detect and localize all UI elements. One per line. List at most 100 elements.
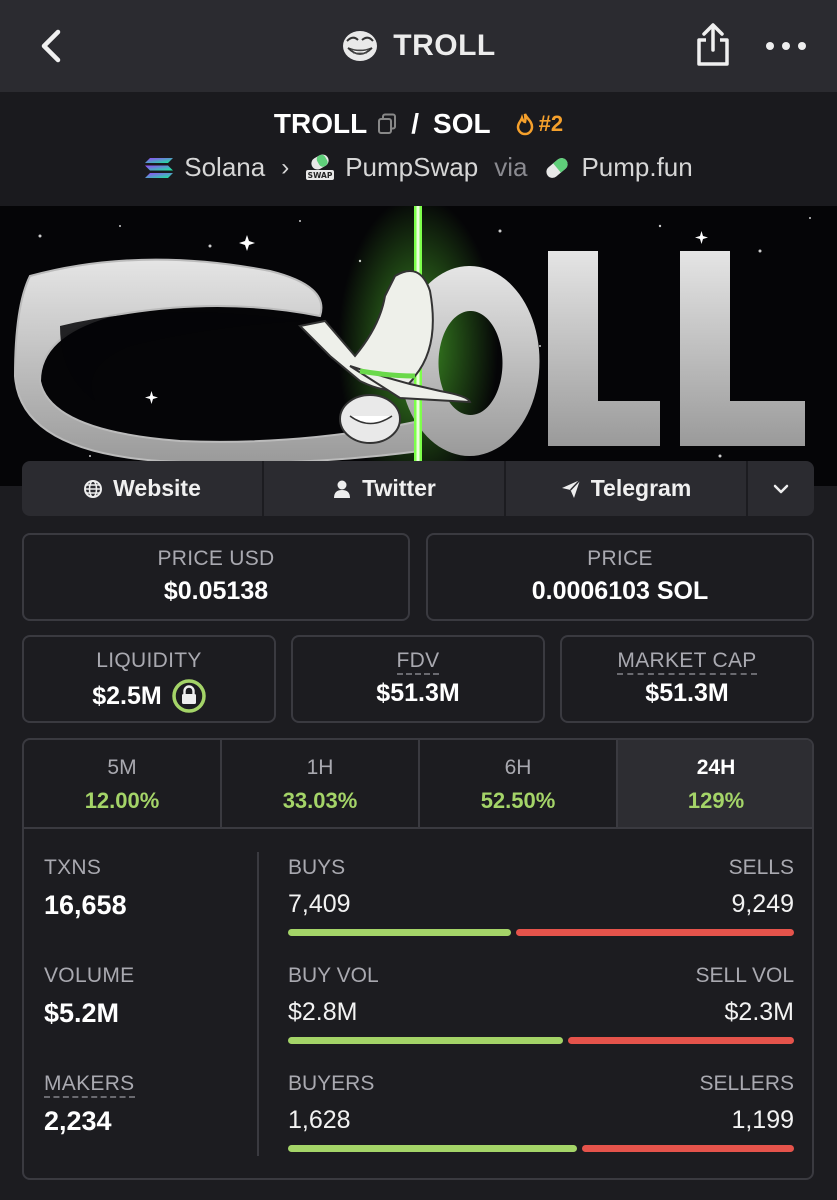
sellers-bar-segment (581, 1145, 794, 1152)
pair-header: TROLL / SOL #2 Solana › SWAP PumpSwap vi… (0, 92, 837, 206)
page-title: TROLL (393, 29, 496, 62)
twitter-button[interactable]: Twitter (264, 461, 506, 516)
more-links-button[interactable] (748, 461, 814, 516)
sells-value: 9,249 (731, 890, 794, 918)
buy-vol-value: $2.8M (288, 998, 358, 1026)
buys-bar-segment (288, 929, 511, 936)
buys-value: 7,409 (288, 890, 351, 918)
rank-label: #2 (538, 111, 564, 136)
website-label: Website (113, 475, 201, 501)
tab-change: 129% (687, 788, 745, 813)
price-usd-label: PRICE USD (157, 547, 275, 570)
sell-vol-label: SELL VOL (695, 964, 794, 987)
social-links: Website Twitter Telegram (22, 461, 814, 516)
launchpad-label[interactable]: Pump.fun (581, 152, 692, 183)
tab-change: 12.00% (84, 788, 160, 813)
chevron-right-icon: › (281, 153, 290, 181)
dex-label[interactable]: PumpSwap (345, 152, 478, 183)
pumpfun-pill-icon (546, 157, 569, 178)
share-icon (697, 23, 729, 66)
token-banner (0, 206, 837, 486)
sells-label: SELLS (728, 856, 794, 879)
tab-change: 52.50% (480, 788, 556, 813)
tab-5m[interactable]: 5M 12.00% (24, 740, 222, 827)
twitter-label: Twitter (362, 475, 436, 501)
user-icon (334, 480, 351, 498)
send-icon (561, 478, 581, 498)
globe-icon (84, 479, 103, 498)
troll-face-icon (343, 31, 378, 61)
telegram-label: Telegram (590, 475, 692, 501)
price-sol-value: 0.0006103 SOL (531, 577, 709, 605)
column-divider (257, 852, 259, 1156)
copy-icon[interactable] (377, 113, 397, 135)
tab-label: 6H (504, 756, 532, 779)
solana-icon (145, 157, 174, 178)
fdv-label[interactable]: FDV (396, 649, 440, 675)
buyers-bar-segment (288, 1145, 577, 1152)
price-label: PRICE (587, 547, 653, 570)
summary-column: TXNS 16,658 VOLUME $5.2M MAKERS 2,234 (44, 856, 254, 1137)
fire-icon (516, 113, 533, 136)
top-nav-bar: TROLL (0, 0, 837, 92)
price-sol-box: PRICE 0.0006103 SOL (426, 533, 814, 621)
buys-label: BUYS (288, 856, 346, 879)
telegram-button[interactable]: Telegram (506, 461, 748, 516)
buyers-label: BUYERS (288, 1072, 375, 1095)
pumpswap-icon: SWAP (306, 154, 335, 180)
tab-label: 1H (306, 756, 334, 779)
sell-vol-bar-segment (568, 1037, 794, 1044)
website-button[interactable]: Website (22, 461, 264, 516)
market-cap-box: MARKET CAP $51.3M (560, 635, 814, 723)
sell-vol-value: $2.3M (724, 998, 794, 1026)
fdv-value: $51.3M (376, 679, 460, 707)
buyers-sellers-row: BUYERS SELLERS 1,628 1,199 (288, 1072, 794, 1152)
timeframe-panel: 5M 12.00% 1H 33.03% 6H 52.50% 24H 129% T… (22, 738, 814, 1180)
via-label: via (494, 152, 528, 182)
fdv-box: FDV $51.3M (291, 635, 545, 723)
chain-label[interactable]: Solana (184, 152, 265, 183)
more-horizontal-icon (766, 42, 774, 50)
volume-split-bar (288, 1037, 794, 1044)
tab-1h[interactable]: 1H 33.03% (222, 740, 420, 827)
buys-sells-row: BUYS SELLS 7,409 9,249 (288, 856, 794, 936)
troll-banner-image (0, 206, 837, 486)
share-button[interactable] (693, 22, 733, 68)
tab-24h[interactable]: 24H 129% (618, 740, 812, 827)
svg-text:SWAP: SWAP (308, 171, 333, 180)
base-token: TROLL (273, 108, 368, 139)
buyers-value: 1,628 (288, 1106, 351, 1134)
liquidity-value: $2.5M (92, 681, 162, 710)
tab-label: 24H (696, 756, 736, 779)
pair-separator: / (411, 108, 420, 139)
timeframe-tabs: 5M 12.00% 1H 33.03% 6H 52.50% 24H 129% (24, 740, 812, 829)
price-usd-box: PRICE USD $0.05138 (22, 533, 410, 621)
buyers-sellers-bar (288, 1145, 794, 1152)
sells-bar-segment (515, 929, 794, 936)
liquidity-box: LIQUIDITY $2.5M (22, 635, 276, 723)
makers-label[interactable]: MAKERS (44, 1072, 135, 1098)
txns-label: TXNS (44, 856, 102, 879)
volume-value: $5.2M (44, 998, 120, 1028)
more-button[interactable] (766, 36, 806, 56)
liquidity-label: LIQUIDITY (96, 649, 202, 672)
volume-label: VOLUME (44, 964, 135, 987)
chevron-down-icon (773, 484, 789, 493)
sellers-value: 1,199 (731, 1106, 794, 1134)
txns-value: 16,658 (44, 890, 127, 920)
makers-value: 2,234 (44, 1106, 112, 1136)
tab-label: 5M (107, 756, 137, 779)
quote-token: SOL (433, 108, 491, 139)
volume-split-row: BUY VOL SELL VOL $2.8M $2.3M (288, 964, 794, 1044)
buy-vol-label: BUY VOL (288, 964, 379, 987)
tab-change: 33.03% (282, 788, 358, 813)
market-cap-label[interactable]: MARKET CAP (617, 649, 757, 675)
price-usd-value: $0.05138 (163, 577, 269, 605)
txns-stat: TXNS 16,658 (44, 856, 254, 964)
volume-stat: VOLUME $5.2M (44, 964, 254, 1072)
tab-6h[interactable]: 6H 52.50% (420, 740, 618, 827)
makers-stat: MAKERS 2,234 (44, 1072, 254, 1137)
lock-icon[interactable] (171, 679, 206, 713)
buy-vol-bar-segment (288, 1037, 564, 1044)
sellers-label: SELLERS (699, 1072, 794, 1095)
